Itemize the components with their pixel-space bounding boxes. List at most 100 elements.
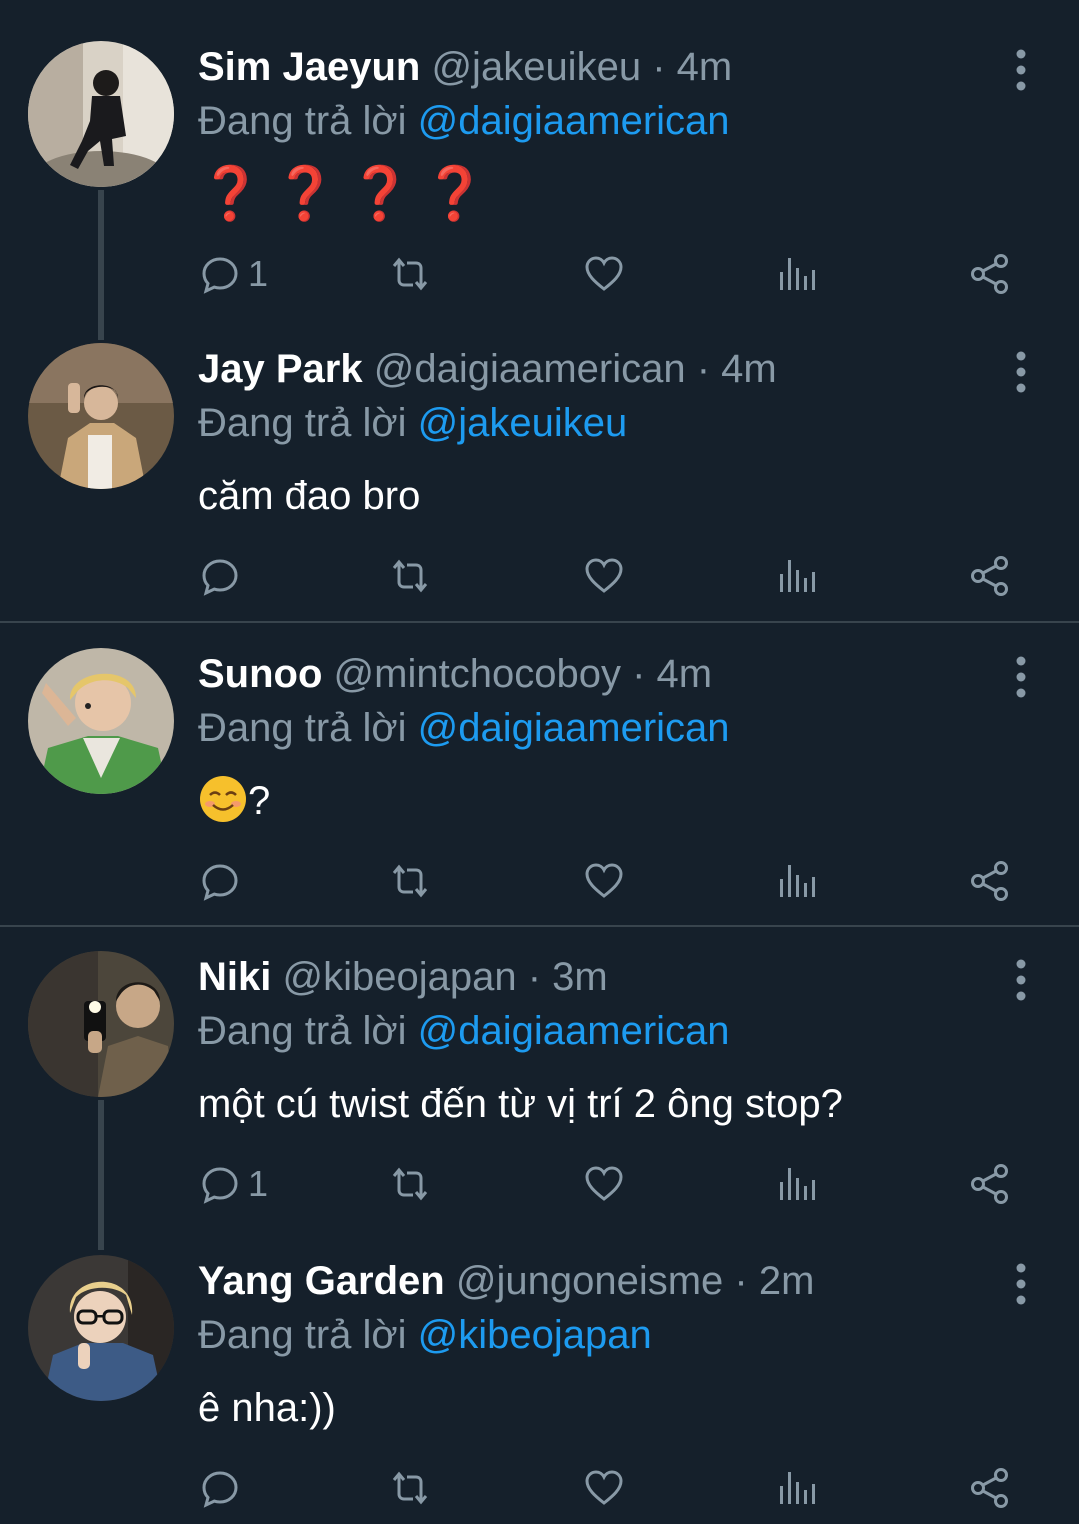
timestamp[interactable]: 4m	[721, 347, 777, 391]
avatar[interactable]	[28, 343, 174, 489]
user-handle[interactable]: @kibeojapan	[282, 955, 516, 999]
reply-button[interactable]	[198, 859, 248, 903]
retweet-button[interactable]	[388, 252, 432, 296]
user-handle[interactable]: @daigiaamerican	[374, 347, 686, 391]
tweet-text-content: ❓❓❓❓	[198, 165, 497, 223]
tweet[interactable]: Sim Jaeyun @jakeuikeu · 4m Đang trả lời …	[0, 0, 1079, 320]
like-button[interactable]	[582, 859, 626, 903]
more-options-icon[interactable]	[1006, 1262, 1036, 1306]
replying-to: Đang trả lời @kibeojapan	[198, 1310, 652, 1360]
reply-count: 1	[248, 1163, 269, 1204]
analytics-button[interactable]	[774, 859, 818, 903]
heart-icon	[582, 1162, 626, 1206]
more-options-icon[interactable]	[1006, 655, 1036, 699]
share-icon	[968, 859, 1012, 903]
retweet-button[interactable]	[388, 859, 432, 903]
smiling-face-emoji-icon	[198, 774, 248, 824]
separator-dot: ·	[696, 347, 711, 391]
tweet-text: ❓❓❓❓	[198, 164, 497, 228]
replying-to: Đang trả lời @daigiaamerican	[198, 96, 730, 146]
tweet-header: Jay Park @daigiaamerican · 4m	[198, 344, 959, 394]
user-handle[interactable]: @jakeuikeu	[431, 45, 641, 89]
replying-to-handle[interactable]: @kibeojapan	[418, 1313, 652, 1357]
tweet-text: ?	[198, 771, 270, 831]
avatar[interactable]	[28, 41, 174, 187]
tweet-header: Yang Garden @jungoneisme · 2m	[198, 1256, 959, 1306]
more-options-icon[interactable]	[1006, 48, 1036, 92]
avatar[interactable]	[28, 951, 174, 1097]
reply-count: 1	[248, 253, 269, 294]
analytics-icon	[774, 859, 818, 903]
replying-to-label: Đang trả lời	[198, 99, 407, 143]
tweet[interactable]: Niki @kibeojapan · 3m Đang trả lời @daig…	[0, 910, 1079, 1230]
tweet-text: một cú twist đến từ vị trí 2 ông stop?	[198, 1082, 843, 1126]
retweet-icon	[388, 554, 432, 598]
display-name[interactable]: Niki	[198, 955, 271, 999]
replying-to: Đang trả lời @jakeuikeu	[198, 398, 627, 448]
reply-button[interactable]: 1	[198, 1162, 268, 1206]
tweet-header: Sim Jaeyun @jakeuikeu · 4m	[198, 42, 959, 92]
tweet-actions	[198, 859, 1028, 903]
replying-to-handle[interactable]: @daigiaamerican	[418, 706, 730, 750]
reply-button[interactable]	[198, 1466, 248, 1510]
share-button[interactable]	[968, 859, 1012, 903]
reply-icon	[198, 252, 242, 296]
retweet-icon	[388, 1466, 432, 1510]
reply-icon	[198, 554, 242, 598]
timestamp[interactable]: 2m	[759, 1259, 815, 1303]
tweet-header: Sunoo @mintchocoboy · 4m	[198, 649, 959, 699]
analytics-button[interactable]	[774, 252, 818, 296]
user-handle[interactable]: @jungoneisme	[456, 1259, 723, 1303]
retweet-button[interactable]	[388, 554, 432, 598]
retweet-icon	[388, 1162, 432, 1206]
share-button[interactable]	[968, 1466, 1012, 1510]
avatar[interactable]	[28, 648, 174, 794]
replying-to-handle[interactable]: @daigiaamerican	[418, 99, 730, 143]
analytics-button[interactable]	[774, 1466, 818, 1510]
reply-icon	[198, 1162, 242, 1206]
share-icon	[968, 252, 1012, 296]
tweet[interactable]: Sunoo @mintchocoboy · 4m Đang trả lời @d…	[0, 607, 1079, 927]
display-name[interactable]: Yang Garden	[198, 1259, 445, 1303]
reply-button[interactable]	[198, 554, 248, 598]
tweet[interactable]: Yang Garden @jungoneisme · 2m Đang trả l…	[0, 1214, 1079, 1524]
tweet[interactable]: Jay Park @daigiaamerican · 4m Đang trả l…	[0, 302, 1079, 622]
analytics-button[interactable]	[774, 1162, 818, 1206]
heart-icon	[582, 252, 626, 296]
share-icon	[968, 1466, 1012, 1510]
more-options-icon[interactable]	[1006, 350, 1036, 394]
analytics-icon	[774, 554, 818, 598]
display-name[interactable]: Jay Park	[198, 347, 363, 391]
replying-to-label: Đang trả lời	[198, 1009, 407, 1053]
share-button[interactable]	[968, 1162, 1012, 1206]
like-button[interactable]	[582, 252, 626, 296]
share-button[interactable]	[968, 554, 1012, 598]
analytics-button[interactable]	[774, 554, 818, 598]
share-button[interactable]	[968, 252, 1012, 296]
like-button[interactable]	[582, 1466, 626, 1510]
retweet-button[interactable]	[388, 1466, 432, 1510]
reply-button[interactable]: 1	[198, 252, 268, 296]
separator-dot: ·	[527, 955, 542, 999]
retweet-button[interactable]	[388, 1162, 432, 1206]
like-button[interactable]	[582, 554, 626, 598]
heart-icon	[582, 859, 626, 903]
replying-to-handle[interactable]: @daigiaamerican	[418, 1009, 730, 1053]
more-options-icon[interactable]	[1006, 958, 1036, 1002]
timestamp[interactable]: 4m	[657, 652, 713, 696]
timestamp[interactable]: 4m	[677, 45, 733, 89]
separator-dot: ·	[632, 652, 646, 696]
separator-dot: ·	[734, 1259, 748, 1303]
display-name[interactable]: Sunoo	[198, 652, 322, 696]
replying-to-label: Đang trả lời	[198, 401, 407, 445]
user-handle[interactable]: @mintchocoboy	[334, 652, 621, 696]
avatar[interactable]	[28, 1255, 174, 1401]
timestamp[interactable]: 3m	[552, 955, 608, 999]
analytics-icon	[774, 1466, 818, 1510]
separator-dot: ·	[652, 45, 666, 89]
replying-to-handle[interactable]: @jakeuikeu	[418, 401, 628, 445]
reply-icon	[198, 1466, 242, 1510]
retweet-icon	[388, 252, 432, 296]
display-name[interactable]: Sim Jaeyun	[198, 45, 420, 89]
like-button[interactable]	[582, 1162, 626, 1206]
